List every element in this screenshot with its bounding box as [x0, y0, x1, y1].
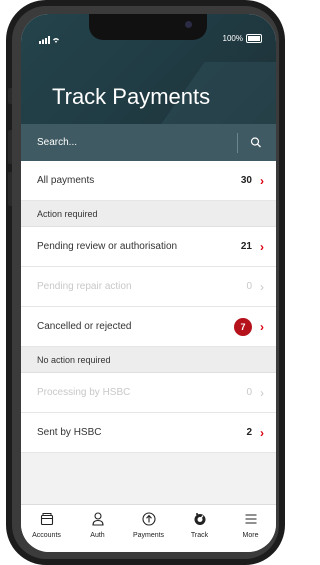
user-key-icon [91, 512, 104, 526]
search-icon[interactable] [248, 135, 264, 151]
tab-label: Auth [90, 532, 105, 539]
sent-hsbc-row[interactable]: Sent by HSBC 2 › [21, 413, 276, 453]
all-payments-row[interactable]: All payments 30 › [21, 161, 276, 201]
count-badge: 7 [234, 317, 252, 336]
row-count: 0 [246, 281, 252, 292]
page-title: Track Payments [52, 84, 211, 109]
payments-list: All payments 30 › Action required Pendin… [21, 161, 276, 453]
section-header-no-action-required: No action required [21, 347, 276, 373]
row-count: 21 [240, 241, 252, 252]
battery-indicator: 100% [223, 34, 262, 43]
arrow-up-circle-icon [141, 512, 156, 526]
tab-auth[interactable]: Auth [72, 505, 123, 552]
gauge-icon [194, 513, 205, 525]
tab-label: Accounts [32, 532, 61, 539]
chevron-right-icon: › [260, 173, 264, 188]
screen: 100% Track Payments Search... All paymen… [21, 14, 276, 552]
row-label: Pending repair action [37, 281, 132, 292]
chevron-right-icon: › [260, 385, 264, 400]
tab-label: Track [190, 532, 209, 539]
tab-accounts[interactable]: Accounts [21, 505, 72, 552]
search-bar[interactable]: Search... [21, 124, 276, 161]
row-label: Sent by HSBC [37, 427, 102, 438]
row-count: 30 [240, 175, 252, 186]
row-label: All payments [37, 175, 95, 186]
tab-bar: Accounts Auth Payments Track More [21, 504, 276, 552]
row-label: Cancelled or rejected [37, 321, 132, 332]
row-count: 0 [246, 387, 252, 398]
signal-icon [39, 36, 59, 44]
chevron-right-icon: › [260, 319, 264, 334]
processing-hsbc-row: Processing by HSBC 0 › [21, 373, 276, 413]
tab-track[interactable]: Track [174, 505, 225, 552]
battery-percent: 100% [222, 34, 243, 43]
pending-repair-row: Pending repair action 0 › [21, 267, 276, 307]
chevron-right-icon: › [260, 239, 264, 254]
camera [185, 21, 192, 28]
search-input[interactable]: Search... [37, 137, 237, 148]
row-label: Processing by HSBC [37, 387, 131, 398]
section-header-action-required: Action required [21, 201, 276, 227]
row-label: Pending review or authorisation [37, 241, 178, 252]
pending-review-row[interactable]: Pending review or authorisation 21 › [21, 227, 276, 267]
tab-payments[interactable]: Payments [123, 505, 174, 552]
tab-more[interactable]: More [225, 505, 276, 552]
cancelled-rejected-row[interactable]: Cancelled or rejected 7 › [21, 307, 276, 347]
tab-label: Payments [132, 532, 165, 539]
divider [237, 132, 238, 153]
chevron-right-icon: › [260, 425, 264, 440]
row-count: 2 [246, 427, 252, 438]
phone-frame: 100% Track Payments Search... All paymen… [6, 0, 285, 565]
signal-wifi-indicator [39, 36, 59, 46]
tab-label: More [242, 532, 259, 539]
chevron-right-icon: › [260, 279, 264, 294]
menu-icon [245, 514, 256, 524]
notch [89, 14, 207, 40]
battery-icon [246, 34, 262, 43]
wallet-icon [40, 513, 53, 526]
